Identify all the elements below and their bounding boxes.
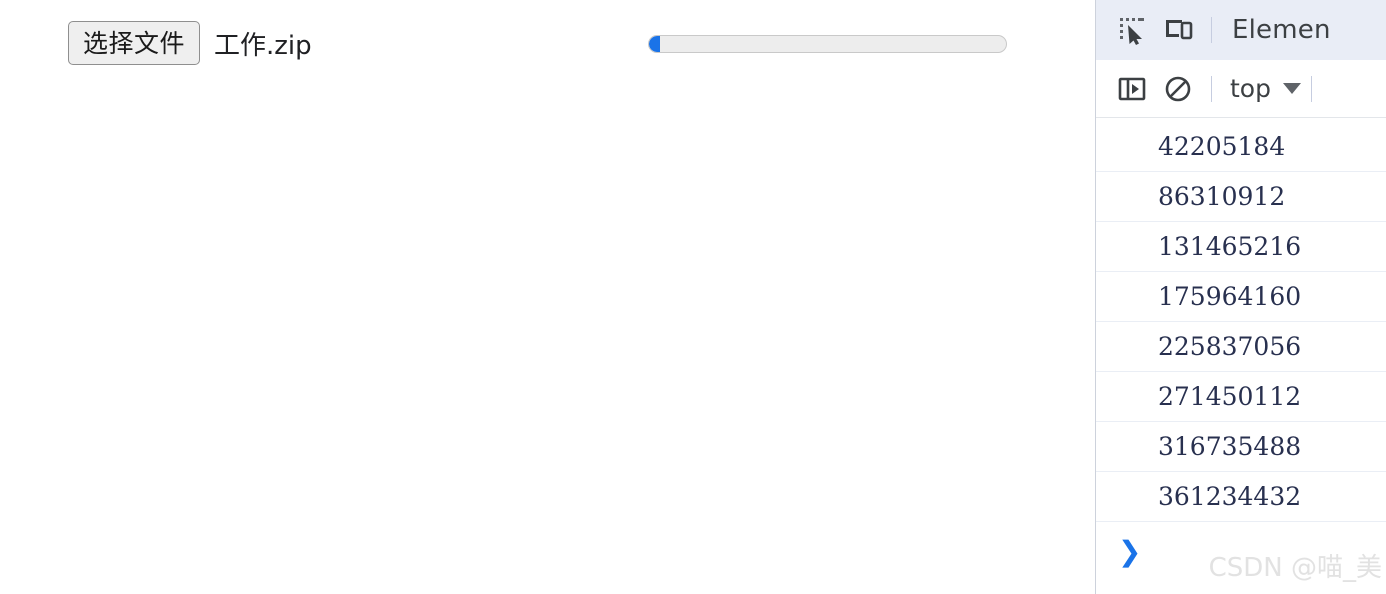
console-context-selector[interactable]: top: [1222, 74, 1301, 103]
console-sidebar-toggle-icon: [1118, 77, 1146, 100]
console-toolbar: top: [1096, 60, 1386, 118]
console-message-value: 225837056: [1158, 332, 1302, 361]
console-message-row[interactable]: 86310912: [1096, 172, 1386, 222]
console-context-label: top: [1230, 74, 1271, 103]
console-message-value: 86310912: [1158, 182, 1286, 211]
console-sidebar-toggle-button[interactable]: [1109, 66, 1155, 112]
console-message-row[interactable]: 225837056: [1096, 322, 1386, 372]
console-message-row[interactable]: 316735488: [1096, 422, 1386, 472]
selected-file-name: 工作.zip: [214, 30, 312, 61]
console-message-list: 42205184 86310912 131465216 175964160 22…: [1096, 118, 1386, 522]
toolbar-divider: [1211, 17, 1212, 43]
console-message-value: 131465216: [1158, 232, 1302, 261]
clear-console-icon: [1165, 76, 1191, 101]
progress-fill: [649, 36, 660, 52]
console-message-row[interactable]: 131465216: [1096, 222, 1386, 272]
upload-progress-bar: [648, 35, 1007, 53]
inspect-element-button[interactable]: [1109, 7, 1155, 53]
console-prompt[interactable]: ❯: [1096, 530, 1386, 574]
console-message-value: 316735488: [1158, 432, 1302, 461]
tab-elements[interactable]: Elemen: [1222, 15, 1331, 45]
console-prompt-caret-icon: ❯: [1118, 535, 1142, 568]
console-message-value: 271450112: [1158, 382, 1302, 411]
console-toolbar-divider: [1211, 75, 1212, 102]
console-toolbar-divider-2: [1310, 75, 1312, 102]
console-message-value: 361234432: [1158, 482, 1302, 511]
chevron-down-icon: [1282, 83, 1301, 94]
device-toggle-icon: [1166, 20, 1193, 40]
page-content-area: 选择文件 工作.zip: [0, 0, 1095, 594]
devtools-tabbar: Elemen: [1096, 0, 1386, 60]
device-toolbar-toggle-button[interactable]: [1155, 7, 1201, 53]
devtools-panel: Elemen top 42205184 86310912 131465216 1…: [1095, 0, 1386, 594]
console-message-row[interactable]: 42205184: [1096, 122, 1386, 172]
console-message-value: 175964160: [1158, 282, 1302, 311]
console-message-row[interactable]: 271450112: [1096, 372, 1386, 422]
file-upload-control[interactable]: 选择文件 工作.zip: [68, 21, 312, 65]
console-message-value: 42205184: [1158, 132, 1286, 161]
choose-file-button[interactable]: 选择文件: [68, 21, 201, 65]
progress-track: [648, 35, 1007, 53]
inspect-element-icon: [1120, 18, 1144, 45]
console-message-row[interactable]: 361234432: [1096, 472, 1386, 522]
clear-console-button[interactable]: [1155, 66, 1201, 112]
console-message-row[interactable]: 175964160: [1096, 272, 1386, 322]
